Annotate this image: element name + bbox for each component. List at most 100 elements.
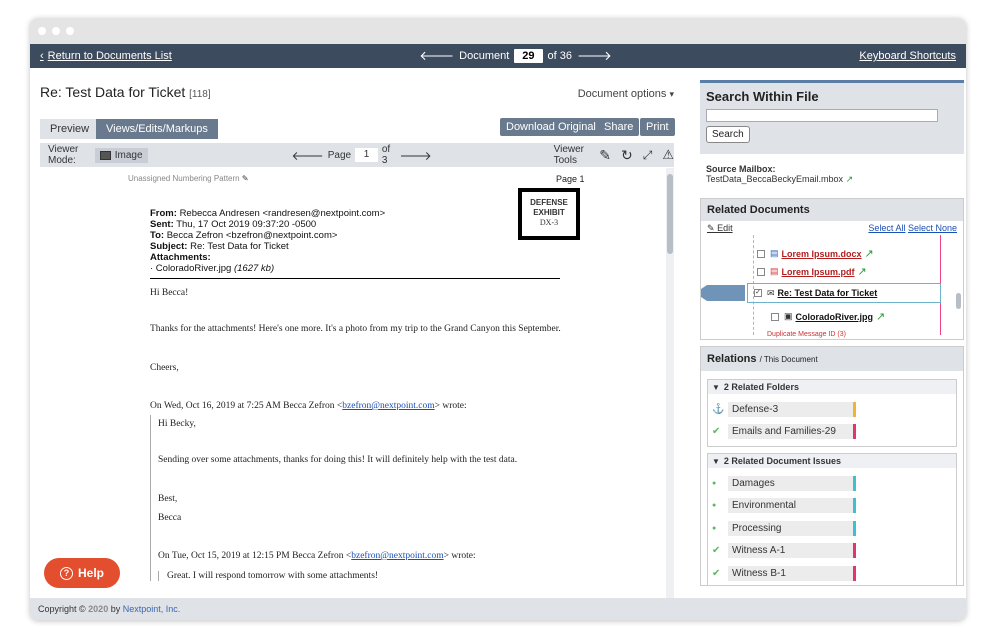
related-scrollbar[interactable] bbox=[956, 293, 961, 309]
document-pager: 🡐 Document 29 of 36 🡒 bbox=[419, 48, 612, 64]
return-to-list-link[interactable]: ‹ Return to Documents List bbox=[40, 50, 172, 62]
window-close-dot[interactable] bbox=[38, 27, 46, 35]
pencil-icon: ✎ bbox=[707, 222, 715, 233]
image-file-icon: ▣ bbox=[784, 311, 793, 321]
external-link-icon[interactable]: ↗ bbox=[865, 247, 874, 260]
related-issues-group: ▼ 2 Related Document Issues ● Damages ● Env… bbox=[707, 453, 957, 586]
issue-item[interactable]: ✔ Witness A-1 bbox=[712, 540, 956, 563]
email-link-2[interactable]: bzefron@nextpoint.com bbox=[351, 551, 443, 561]
related-item[interactable]: ▣ ColoradoRiver.jpg ↗ bbox=[771, 310, 885, 323]
prev-document-arrow-icon[interactable]: 🡐 bbox=[419, 48, 454, 64]
document-number-input[interactable]: 29 bbox=[514, 49, 543, 63]
related-documents-list: ▤ Lorem Ipsum.docx ↗ ▤ Lorem Ipsum.pdf ↗… bbox=[701, 235, 963, 339]
document-total: of 36 bbox=[547, 50, 573, 62]
app-window: ‹ Return to Documents List 🡐 Document 29… bbox=[30, 18, 966, 620]
external-link-icon[interactable]: ↗ bbox=[876, 310, 885, 323]
pencil-icon: ✎ bbox=[241, 174, 249, 183]
duplicate-message-label: Duplicate Message ID (3) bbox=[767, 331, 846, 338]
page-number-input[interactable]: 1 bbox=[355, 148, 378, 162]
company-link[interactable]: Nextpoint, Inc. bbox=[123, 604, 181, 614]
issue-chip: Damages bbox=[728, 475, 856, 491]
issue-chip: Processing bbox=[728, 520, 856, 536]
viewer-toolbar: Viewer Mode: Image 🡐 Page 1 of 3 🡒 Viewe… bbox=[40, 143, 674, 167]
share-button[interactable]: Share bbox=[598, 118, 640, 136]
side-panel: Search Within File Search Source Mailbox… bbox=[700, 80, 964, 600]
external-link-icon[interactable]: ↗ bbox=[858, 265, 867, 278]
related-issues-header[interactable]: ▼ 2 Related Document Issues bbox=[708, 454, 956, 468]
related-folders-group: ▼ 2 Related Folders ⚓ Defense-3 ✔ Emails an… bbox=[707, 379, 957, 447]
rotate-icon[interactable]: ↻ bbox=[621, 147, 633, 164]
issues-list: ● Damages ● Environmental ● Processing ✔ Witnes… bbox=[708, 468, 956, 586]
document-label: Document bbox=[459, 50, 510, 62]
scrollbar-thumb[interactable] bbox=[667, 174, 673, 254]
edit-markup-icon[interactable]: ✎ bbox=[599, 147, 611, 164]
folder-chip: Emails and Families-29 bbox=[728, 424, 856, 440]
issue-item[interactable]: ● Environmental bbox=[712, 495, 956, 518]
quoted-email: Hi Becky, Sending over some attachments,… bbox=[150, 415, 590, 581]
email-header: From: Rebecca Andresen <randresen@nextpo… bbox=[150, 208, 386, 274]
document-scrollbar[interactable] bbox=[666, 168, 674, 598]
dot-icon: ● bbox=[712, 524, 717, 532]
external-link-icon[interactable]: ↗ bbox=[846, 174, 854, 184]
related-checkbox[interactable] bbox=[757, 267, 765, 276]
related-checkbox-checked[interactable]: ✓ bbox=[754, 289, 762, 297]
help-button[interactable]: ? Help bbox=[44, 558, 120, 588]
issue-item[interactable]: ● Processing bbox=[712, 517, 956, 540]
viewer-tools-label: Viewer Tools bbox=[553, 144, 585, 166]
related-item-current[interactable]: ✓ ✉ Re: Test Data for Ticket bbox=[747, 283, 941, 303]
related-checkbox[interactable] bbox=[757, 249, 765, 258]
folder-chip: Defense-3 bbox=[728, 401, 856, 417]
email-icon: ✉ bbox=[767, 287, 775, 298]
related-folders-header[interactable]: ▼ 2 Related Folders bbox=[708, 380, 956, 394]
footer: Copyright © 2020 by Nextpoint, Inc. bbox=[30, 598, 966, 620]
document-options-menu[interactable]: Document options ▾ bbox=[578, 88, 674, 100]
collapse-triangle-icon: ▼ bbox=[712, 456, 720, 466]
tab-preview[interactable]: Preview bbox=[40, 119, 100, 139]
edit-related-button[interactable]: ✎ Edit bbox=[707, 223, 733, 234]
keyboard-shortcuts-link[interactable]: Keyboard Shortcuts bbox=[859, 50, 956, 62]
check-icon: ✔ bbox=[712, 567, 721, 579]
select-all-link[interactable]: Select All bbox=[868, 223, 905, 233]
anchor-icon: ⚓ bbox=[712, 403, 725, 415]
word-document-icon: ▤ bbox=[770, 248, 779, 258]
issue-item[interactable]: ✔Witness C bbox=[712, 585, 956, 586]
check-icon: ✔ bbox=[712, 545, 721, 557]
dot-icon: ● bbox=[712, 502, 717, 510]
search-panel-title: Search Within File bbox=[706, 89, 819, 104]
warning-icon[interactable]: ⚠ bbox=[662, 147, 674, 163]
image-icon bbox=[99, 150, 111, 160]
next-page-arrow-icon[interactable]: 🡒 bbox=[399, 148, 431, 163]
issue-chip: Witness B-1 bbox=[728, 565, 856, 581]
download-original-button[interactable]: Download Original bbox=[500, 118, 602, 136]
folder-item[interactable]: ✔ Emails and Families-29 bbox=[712, 421, 956, 444]
search-button[interactable]: Search bbox=[706, 126, 750, 143]
print-button[interactable]: Print bbox=[640, 118, 675, 136]
related-item[interactable]: ▤ Lorem Ipsum.docx ↗ bbox=[757, 247, 874, 260]
help-circle-icon: ? bbox=[59, 566, 73, 580]
pdf-icon: ▤ bbox=[770, 266, 779, 276]
fullscreen-icon[interactable]: ⤢ bbox=[643, 148, 653, 163]
prev-page-arrow-icon[interactable]: 🡐 bbox=[292, 148, 324, 163]
search-input[interactable] bbox=[706, 109, 938, 122]
defense-exhibit-stamp: DEFENSE EXHIBIT DX-3 bbox=[518, 188, 580, 240]
issue-item[interactable]: ✔ Witness B-1 bbox=[712, 562, 956, 585]
email-link[interactable]: bzefron@nextpoint.com bbox=[342, 401, 434, 411]
window-minimize-dot[interactable] bbox=[52, 27, 60, 35]
related-checkbox[interactable] bbox=[771, 312, 779, 321]
select-none-link[interactable]: Select None bbox=[908, 223, 957, 233]
related-item[interactable]: ▤ Lorem Ipsum.pdf ↗ bbox=[757, 265, 867, 278]
tab-views-edits-markups[interactable]: Views/Edits/Markups bbox=[96, 119, 218, 139]
source-mailbox: Source Mailbox: TestData_BeccaBeckyEmail… bbox=[706, 164, 854, 184]
issue-item[interactable]: ● Damages bbox=[712, 472, 956, 495]
window-zoom-dot[interactable] bbox=[66, 27, 74, 35]
chevron-down-icon: ▾ bbox=[669, 89, 674, 99]
dot-icon: ● bbox=[712, 479, 717, 487]
folder-item[interactable]: ⚓ Defense-3 bbox=[712, 398, 956, 421]
next-document-arrow-icon[interactable]: 🡒 bbox=[577, 48, 612, 64]
related-documents-title: Related Documents bbox=[701, 199, 963, 221]
viewer-mode-image-button[interactable]: Image bbox=[94, 147, 148, 163]
document-count: [118] bbox=[189, 89, 211, 100]
page-label: Page 1 bbox=[556, 174, 585, 184]
folders-list: ⚓ Defense-3 ✔ Emails and Families-29 bbox=[708, 394, 956, 446]
numbering-pattern[interactable]: Unassigned Numbering Pattern ✎ bbox=[128, 174, 249, 183]
